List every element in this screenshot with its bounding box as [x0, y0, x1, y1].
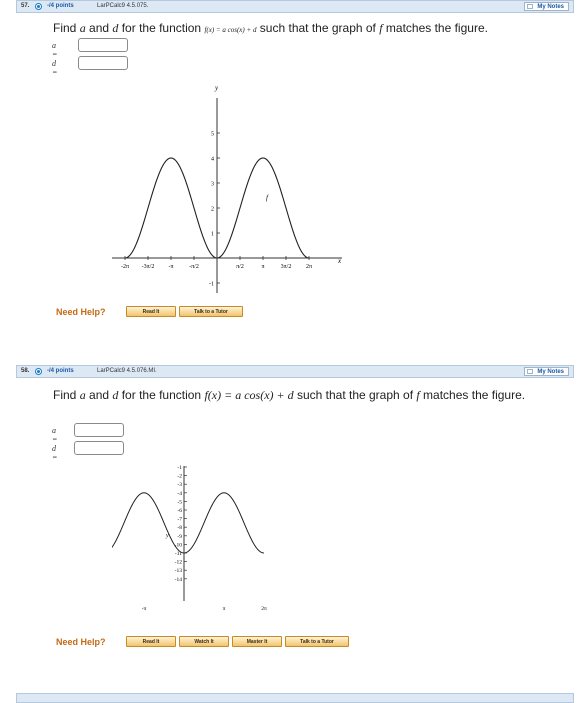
y-tick-label: -6: [177, 508, 182, 514]
question-number: 58.: [21, 368, 30, 374]
y-tick-label: 2: [211, 207, 214, 213]
y-tick-label: -3: [177, 482, 182, 488]
x-tick-label: -π/2: [189, 264, 199, 270]
y-tick-label: 5: [211, 132, 214, 138]
x-tick-label: 3π/2: [281, 264, 292, 270]
x-tick-label: -π: [168, 264, 173, 270]
question-text-part: such that the graph of: [256, 21, 380, 35]
y-axis-label: y: [214, 84, 219, 92]
question-header: 58. -/4 points LarPCalc9 4.5.076.MI. My …: [16, 365, 574, 378]
x-tick-label: -2π: [121, 264, 129, 270]
question-text-part: Find: [53, 388, 80, 402]
x-tick-label: 2π: [261, 606, 267, 612]
figure-graph-57: y x f 54321-1 -2π -3π/2 -π -π/2 π/2 π 3π/2 2π: [112, 84, 342, 293]
y-tick-label: 4: [211, 157, 214, 163]
status-radio-icon: [35, 3, 42, 10]
my-notes-button[interactable]: My Notes: [524, 367, 569, 376]
y-tick-label: -4: [177, 491, 182, 497]
problem-58: 58. -/4 points LarPCalc9 4.5.076.MI. My …: [16, 365, 574, 660]
question-text-part: for the function: [118, 21, 205, 35]
problem-57: 57. -/4 points LarPCalc9 4.5.075. My Not…: [16, 0, 574, 330]
x-tick-label: -3π/2: [142, 264, 155, 270]
source-label: LarPCalc9 4.5.075.: [97, 3, 149, 9]
watch-it-button[interactable]: Watch It: [179, 636, 229, 647]
x-tick-label: π: [223, 606, 226, 612]
cosine-curve: [112, 492, 265, 554]
notes-icon: [527, 4, 534, 9]
y-tick-label: -13: [175, 568, 183, 574]
question-text: Find a and d for the function f(x) = a c…: [53, 20, 488, 38]
status-radio-icon: [35, 368, 42, 375]
question-text-part: and: [85, 388, 113, 402]
answer-a-label: a =: [52, 41, 58, 59]
need-help-label: Need Help?: [56, 307, 106, 317]
y-ticks: -1-2-3-4-5-6-7-8-9-10-11-12-13-14: [175, 465, 187, 583]
y-tick-label: -9: [177, 534, 182, 540]
question-text-part: such that the graph of: [293, 388, 417, 402]
my-notes-label: My Notes: [537, 369, 564, 375]
next-question-header: [16, 693, 574, 703]
need-help-label: Need Help?: [56, 637, 106, 647]
question-text-part: for the function: [118, 388, 205, 402]
answer-d-label: d =: [52, 444, 58, 462]
read-it-button[interactable]: Read It: [126, 636, 176, 647]
function-expression: f(x) = a cos(x) + d: [204, 26, 257, 34]
points-label: -/4 points: [47, 3, 74, 9]
answer-a-input[interactable]: [78, 38, 128, 52]
answer-d-label: d =: [52, 59, 58, 77]
y-ticks: 5 4 3 2 1 -1: [209, 132, 220, 288]
question-number: 57.: [21, 3, 30, 9]
x-tick-label: -π: [142, 606, 147, 612]
points-label: -/4 points: [47, 368, 74, 374]
x-tick-label: π/2: [236, 264, 244, 270]
y-tick-label: -8: [177, 525, 182, 531]
my-notes-button[interactable]: My Notes: [524, 2, 569, 11]
master-it-button[interactable]: Master It: [232, 636, 282, 647]
source-label: LarPCalc9 4.5.076.MI.: [97, 368, 157, 374]
curve-label: f: [266, 194, 269, 202]
y-tick-label: -2: [177, 474, 182, 480]
y-tick-label: -1: [209, 282, 214, 288]
y-tick-label: -14: [175, 577, 183, 583]
x-ticks: -2π-ππ2π: [142, 606, 267, 612]
talk-to-tutor-button[interactable]: Talk to a Tutor: [179, 306, 243, 317]
question-text-part: and: [85, 21, 113, 35]
answer-d-input[interactable]: [78, 56, 128, 70]
question-text-part: matches the figure.: [419, 388, 526, 402]
notes-icon: [527, 369, 534, 374]
my-notes-label: My Notes: [537, 4, 564, 10]
answer-a-label: a =: [52, 426, 58, 444]
y-tick-label: 3: [211, 182, 214, 188]
y-tick-label: -12: [175, 560, 183, 566]
y-tick-label: -7: [177, 517, 182, 523]
question-header: 57. -/4 points LarPCalc9 4.5.075. My Not…: [16, 0, 574, 13]
x-tick-label: π: [261, 264, 264, 270]
y-tick-label: -1: [177, 465, 182, 471]
y-tick-label: 1: [211, 232, 214, 238]
answer-a-input[interactable]: [74, 423, 124, 437]
read-it-button[interactable]: Read It: [126, 306, 176, 317]
question-text-part: Find: [53, 21, 80, 35]
function-expression: f(x) = a cos(x) + d: [204, 388, 294, 402]
y-tick-label: -5: [177, 499, 182, 505]
answer-d-input[interactable]: [74, 441, 124, 455]
question-text-part: matches the figure.: [382, 21, 488, 35]
talk-to-tutor-button[interactable]: Talk to a Tutor: [285, 636, 349, 647]
figure-graph-58: y -1-2-3-4-5-6-7-8-9-10-11-12-13-14 -2π-…: [112, 465, 267, 612]
x-tick-label: 2π: [306, 264, 312, 270]
question-text: Find a and d for the function f(x) = a c…: [53, 387, 553, 403]
